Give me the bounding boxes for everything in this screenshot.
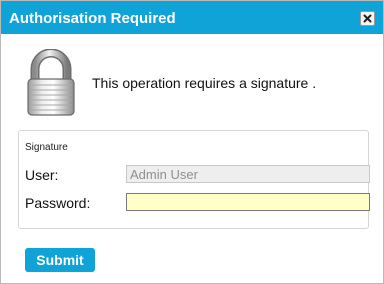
password-field[interactable] [126, 193, 370, 211]
dialog-title: Authorisation Required [9, 10, 176, 27]
padlock-icon [27, 49, 75, 116]
signature-fieldset: Signature User: Password: [18, 130, 370, 229]
submit-button[interactable]: Submit [25, 248, 95, 272]
password-label: Password: [25, 195, 91, 211]
signature-legend: Signature [25, 142, 68, 153]
authorisation-dialog: Authorisation Required This operation re… [0, 0, 384, 284]
user-field [126, 165, 370, 183]
user-label: User: [25, 167, 59, 183]
close-button[interactable] [360, 11, 375, 26]
dialog-titlebar: Authorisation Required [1, 1, 383, 34]
close-icon [363, 14, 372, 23]
signature-message: This operation requires a signature . [92, 75, 317, 91]
